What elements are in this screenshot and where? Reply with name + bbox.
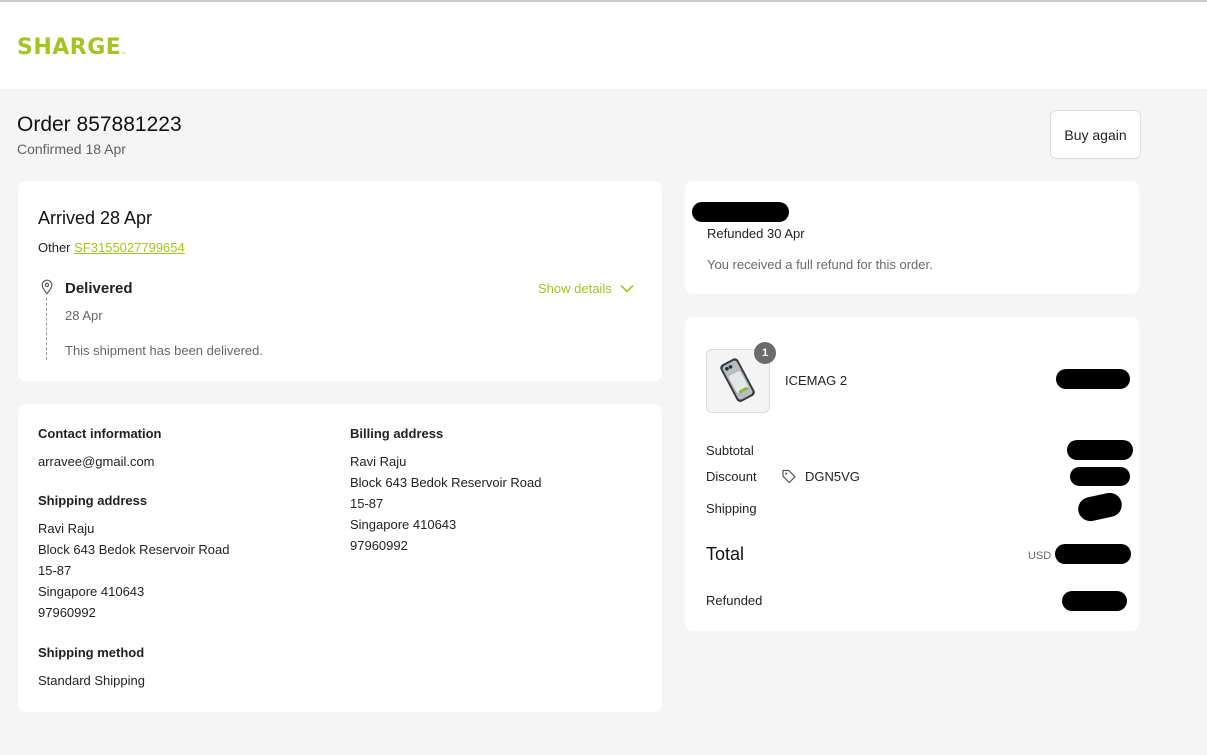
billing-line2: 15-87 — [350, 496, 384, 511]
redacted-block — [1075, 490, 1125, 524]
header-bar: SHARGE™ — [0, 0, 1207, 89]
shipping-label: Shipping — [706, 501, 757, 516]
subtotal-label: Subtotal — [706, 443, 754, 458]
refunded-label: Refunded — [706, 593, 763, 608]
redacted-block — [1062, 591, 1127, 611]
redacted-block — [1055, 544, 1131, 564]
refund-message: You received a full refund for this orde… — [707, 257, 933, 272]
order-summary-card: 1 ICEMAG 2 Subtotal Discount DGN5VG Ship… — [685, 317, 1139, 631]
redacted-block — [1070, 467, 1130, 486]
shipment-status-title: Arrived 28 Apr — [38, 208, 153, 228]
billing-line1: Block 643 Bedok Reservoir Road — [350, 475, 542, 490]
carrier-line: Other SF3155027799654 — [38, 240, 185, 255]
billing-city: Singapore 410643 — [350, 517, 457, 532]
tag-icon — [782, 469, 796, 484]
buy-again-button[interactable]: Buy again — [1050, 110, 1141, 159]
show-details-toggle[interactable]: Show details — [538, 281, 634, 296]
total-label: Total — [706, 544, 745, 564]
show-details-label: Show details — [538, 281, 612, 296]
shipping-city: Singapore 410643 — [38, 584, 145, 599]
event-date: 28 Apr — [65, 308, 103, 323]
shipping-method: Standard Shipping — [38, 673, 145, 688]
redacted-block — [1056, 369, 1130, 389]
billing-phone: 97960992 — [350, 538, 408, 553]
discount-code: DGN5VG — [805, 468, 860, 484]
chevron-down-icon — [620, 284, 634, 293]
shipment-card: Arrived 28 Apr Other SF3155027799654 Del… — [18, 181, 662, 381]
event-message: This shipment has been delivered. — [65, 343, 264, 358]
billing-address: Ravi Raju Block 643 Bedok Reservoir Road… — [350, 451, 542, 556]
shipping-line1: Block 643 Bedok Reservoir Road — [38, 542, 230, 557]
sharge-logo[interactable]: SHARGE™ — [17, 35, 127, 60]
order-confirmed-date: Confirmed 18 Apr — [17, 141, 126, 157]
order-title: Order 857881223 — [17, 113, 182, 136]
tracking-number-link[interactable]: SF3155027799654 — [74, 240, 185, 255]
billing-address-heading: Billing address — [350, 426, 444, 441]
billing-name: Ravi Raju — [350, 454, 407, 469]
shipping-address-heading: Shipping address — [38, 493, 148, 508]
location-pin-icon — [41, 279, 53, 295]
total-currency: USD — [1028, 550, 1052, 562]
shipping-line2: 15-87 — [38, 563, 72, 578]
carrier-label: Other — [38, 240, 71, 255]
customer-info-card: Contact information arravee@gmail.com Sh… — [18, 404, 662, 712]
refund-title: Refunded 30 Apr — [707, 226, 805, 241]
contact-email: arravee@gmail.com — [38, 454, 155, 469]
redacted-block — [1067, 440, 1133, 460]
refund-card: Refunded 30 Apr You received a full refu… — [685, 181, 1139, 294]
shipping-phone: 97960992 — [38, 605, 96, 620]
shipping-name: Ravi Raju — [38, 521, 95, 536]
discount-code-chip: DGN5VG — [781, 468, 860, 484]
shipping-address: Ravi Raju Block 643 Bedok Reservoir Road… — [38, 518, 230, 623]
product-name: ICEMAG 2 — [785, 373, 848, 388]
event-status: Delivered — [65, 280, 133, 297]
timeline-line — [46, 298, 47, 360]
contact-heading: Contact information — [38, 426, 162, 441]
quantity-badge: 1 — [754, 342, 776, 364]
redacted-block — [692, 202, 789, 222]
shipping-method-heading: Shipping method — [38, 645, 145, 660]
discount-label: Discount — [706, 469, 757, 484]
